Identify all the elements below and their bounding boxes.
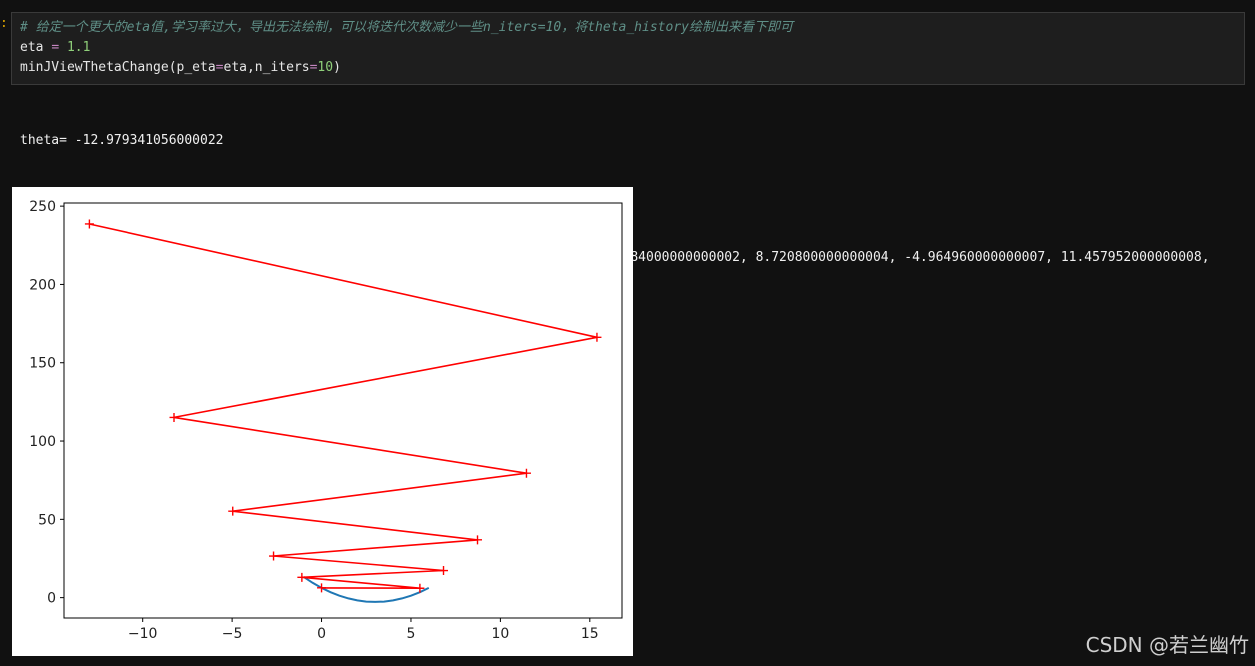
x-tick-label: −5	[222, 626, 243, 642]
code-function-call: minJViewThetaChange(p_eta	[20, 60, 216, 75]
y-tick-label: 100	[29, 434, 56, 450]
x-tick-label: −10	[128, 626, 158, 642]
theta-trajectory-line	[89, 223, 598, 590]
trajectory-point	[521, 468, 531, 478]
x-tick-label: 0	[317, 626, 326, 642]
code-cell[interactable]: # 给定一个更大的eta值,学习率过大，导出无法绘制，可以将迭代次数减少一些n_…	[11, 12, 1245, 85]
y-tick-label: 200	[29, 277, 56, 293]
code-comment: # 给定一个更大的eta值,学习率过大，导出无法绘制，可以将迭代次数减少一些n_…	[20, 20, 793, 35]
code-number: 1.1	[66, 40, 91, 55]
x-tick-label: 10	[491, 626, 509, 642]
x-tick-label: 5	[407, 626, 416, 642]
y-tick-label: 150	[29, 356, 56, 372]
trajectory-point	[269, 551, 279, 561]
trajectory-point	[228, 506, 238, 516]
loss-curve-line	[303, 576, 430, 603]
trajectory-point	[297, 572, 307, 582]
trajectory-point	[439, 566, 449, 576]
code-argument: eta,n_iters	[223, 60, 310, 75]
code-number: 10	[317, 60, 334, 75]
trajectory-point	[169, 412, 179, 422]
trajectory-point	[84, 219, 94, 229]
watermark: CSDN @若兰幽竹	[1085, 633, 1249, 657]
code-comment-line: # 给定一个更大的eta值,学习率过大，导出无法绘制，可以将迭代次数减少一些n_…	[20, 18, 1236, 38]
chart-svg: −10 −5 0 5 10 15050100150200250	[29, 199, 623, 642]
output-line: theta= -12.979341056000022	[20, 133, 224, 148]
code-operator: =	[215, 60, 224, 75]
trajectory-point	[592, 332, 602, 342]
x-tick-label: 15	[581, 626, 599, 642]
cell-prompt-marker: :	[0, 16, 8, 31]
code-paren: )	[333, 60, 341, 75]
code-line-eta: eta = 1.1	[20, 38, 1236, 58]
y-tick-label: 250	[29, 199, 56, 215]
y-tick-label: 50	[38, 512, 56, 528]
plot-frame	[63, 202, 623, 619]
code-line-call: minJViewThetaChange(p_eta=eta,n_iters=10…	[20, 58, 1236, 78]
plot-image: −10 −5 0 5 10 15 0 50 100 150 200 250	[12, 187, 633, 656]
code-var-eta: eta	[20, 40, 44, 55]
y-tick-label: 0	[47, 591, 56, 607]
trajectory-point	[317, 583, 327, 593]
code-operator: =	[51, 40, 60, 55]
trajectory-point	[473, 535, 483, 545]
